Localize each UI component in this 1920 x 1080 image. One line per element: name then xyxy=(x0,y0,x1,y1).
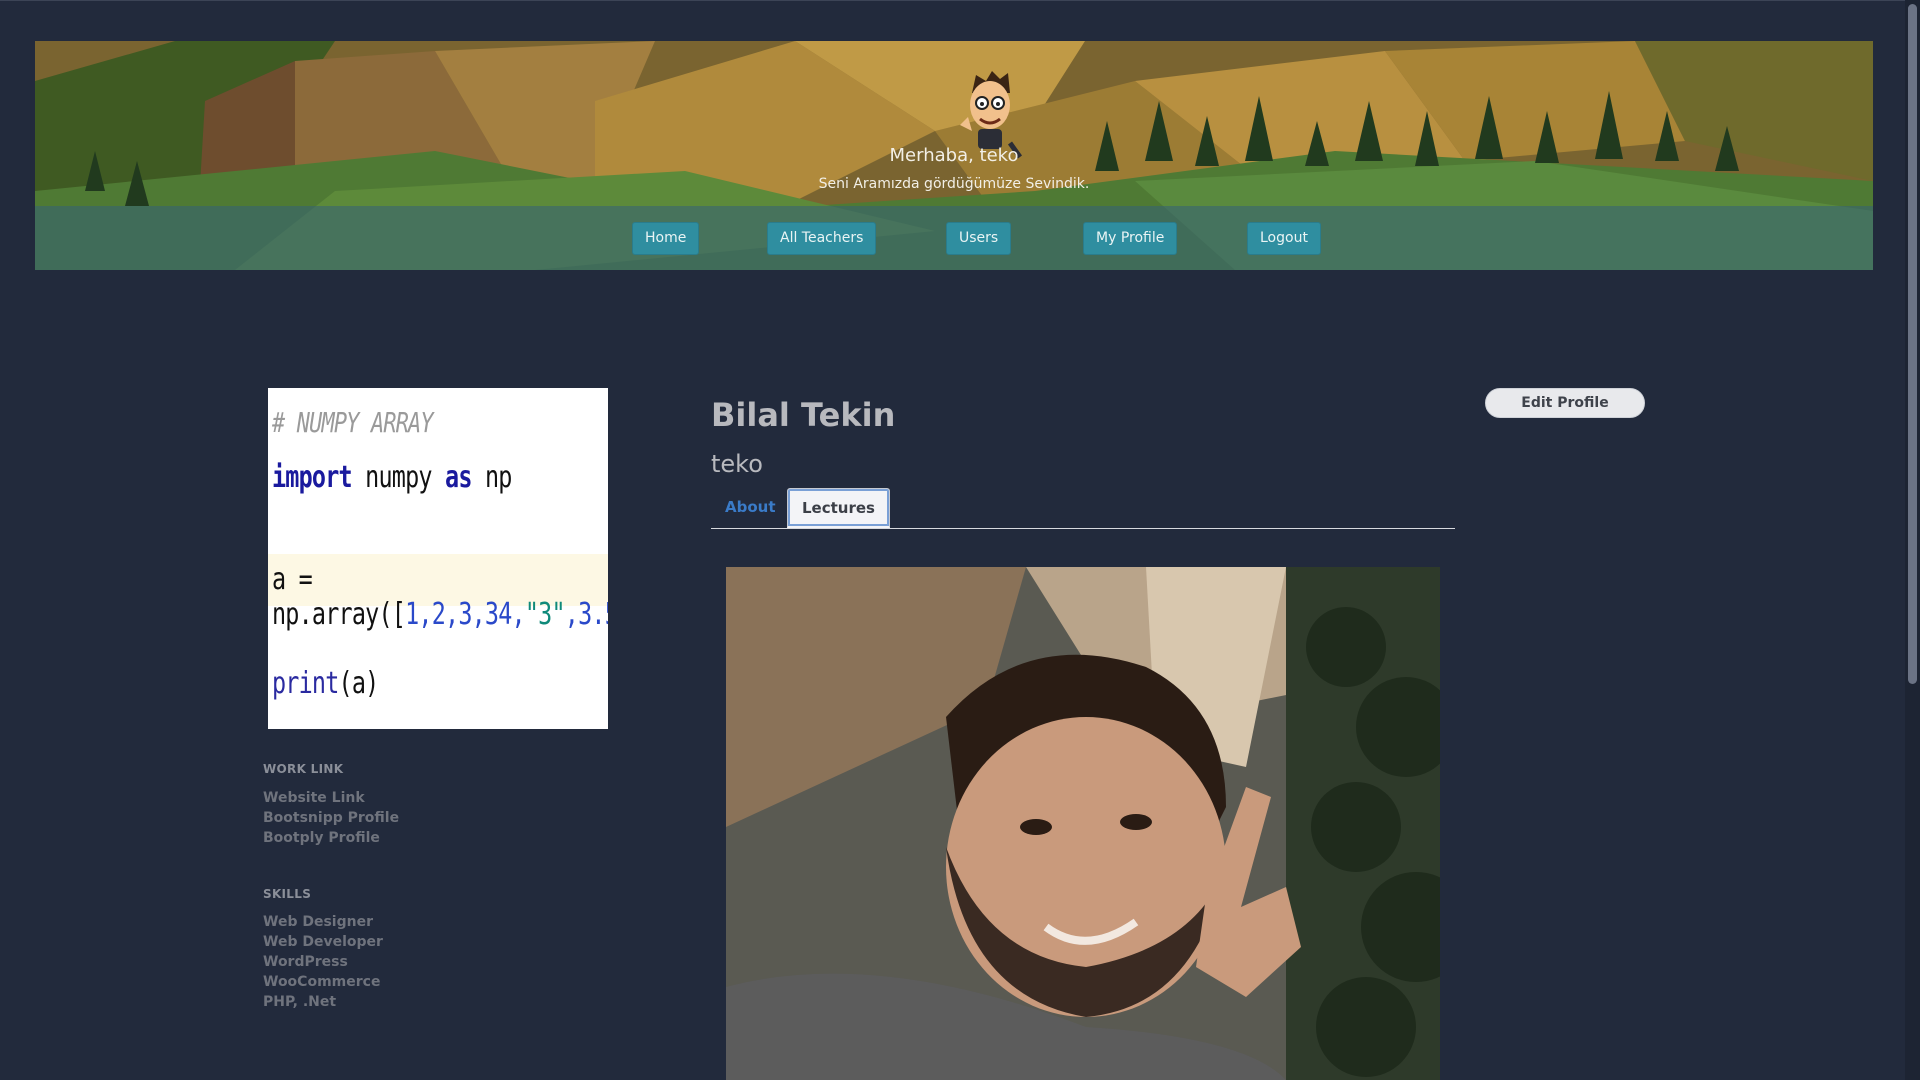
profile-cover-code-image: # NUMPY ARRAY import numpy as np a = np.… xyxy=(268,388,608,729)
tab-lectures[interactable]: Lectures xyxy=(787,488,890,528)
code-as-keyword: as xyxy=(445,460,472,495)
code-import-alias: np xyxy=(471,460,512,495)
code-import-module: numpy xyxy=(351,460,446,495)
code-print-argument: (a) xyxy=(338,666,380,701)
skill-item: WooCommerce xyxy=(263,974,381,990)
profile-name: Bilal Tekin xyxy=(711,396,896,434)
welcome-subtitle: Seni Aramızda gördüğümüze Sevindik. xyxy=(818,176,1090,192)
work-link-heading: WORK LINK xyxy=(263,762,344,776)
header-banner: Merhaba, teko Seni Aramızda gördüğümüze … xyxy=(35,41,1873,270)
code-array-numbers: 1,2,3,34, xyxy=(405,597,526,632)
skill-item: Web Developer xyxy=(263,934,383,950)
skill-item: Web Designer xyxy=(263,914,373,930)
code-print-function: print xyxy=(272,666,339,701)
skills-heading: SKILLS xyxy=(263,887,312,901)
work-link-bootsnipp[interactable]: Bootsnipp Profile xyxy=(263,810,399,826)
work-link-bootply[interactable]: Bootply Profile xyxy=(263,830,380,846)
page-scrollbar[interactable] xyxy=(1905,0,1920,1080)
scrollbar-thumb[interactable] xyxy=(1908,4,1917,684)
tabs-divider xyxy=(711,528,1455,529)
nav-users-button[interactable]: Users xyxy=(946,222,1012,255)
edit-profile-button[interactable]: Edit Profile xyxy=(1485,388,1645,418)
code-comment-line: # NUMPY ARRAY xyxy=(272,406,434,439)
nav-my-profile-button[interactable]: My Profile xyxy=(1083,222,1178,255)
code-array-last: ,3.5 xyxy=(564,597,608,632)
code-array-prefix: a = np.array([ xyxy=(272,562,406,632)
tab-about[interactable]: About xyxy=(711,488,790,528)
code-print-line: print(a) xyxy=(272,666,380,701)
skill-item: WordPress xyxy=(263,954,348,970)
code-import-line: import numpy as np xyxy=(272,460,512,495)
nav-home-button[interactable]: Home xyxy=(632,222,700,255)
code-import-keyword: import xyxy=(272,460,353,495)
code-array-string: "3" xyxy=(524,597,566,632)
nav-logout-button[interactable]: Logout xyxy=(1247,222,1321,255)
work-link-website[interactable]: Website Link xyxy=(263,790,365,806)
profile-photo-illustration xyxy=(726,567,1440,1080)
profile-photo xyxy=(726,567,1440,1080)
profile-username: teko xyxy=(711,450,763,478)
greeting-text: Merhaba, teko xyxy=(889,145,1019,166)
top-border xyxy=(0,0,1905,1)
nav-all-teachers-button[interactable]: All Teachers xyxy=(767,222,877,255)
main-navbar: Home All Teachers Users My Profile Logou… xyxy=(35,206,1873,270)
skill-item: PHP, .Net xyxy=(263,994,337,1010)
code-array-line: a = np.array([1,2,3,34,"3",3.5]) xyxy=(272,562,608,632)
